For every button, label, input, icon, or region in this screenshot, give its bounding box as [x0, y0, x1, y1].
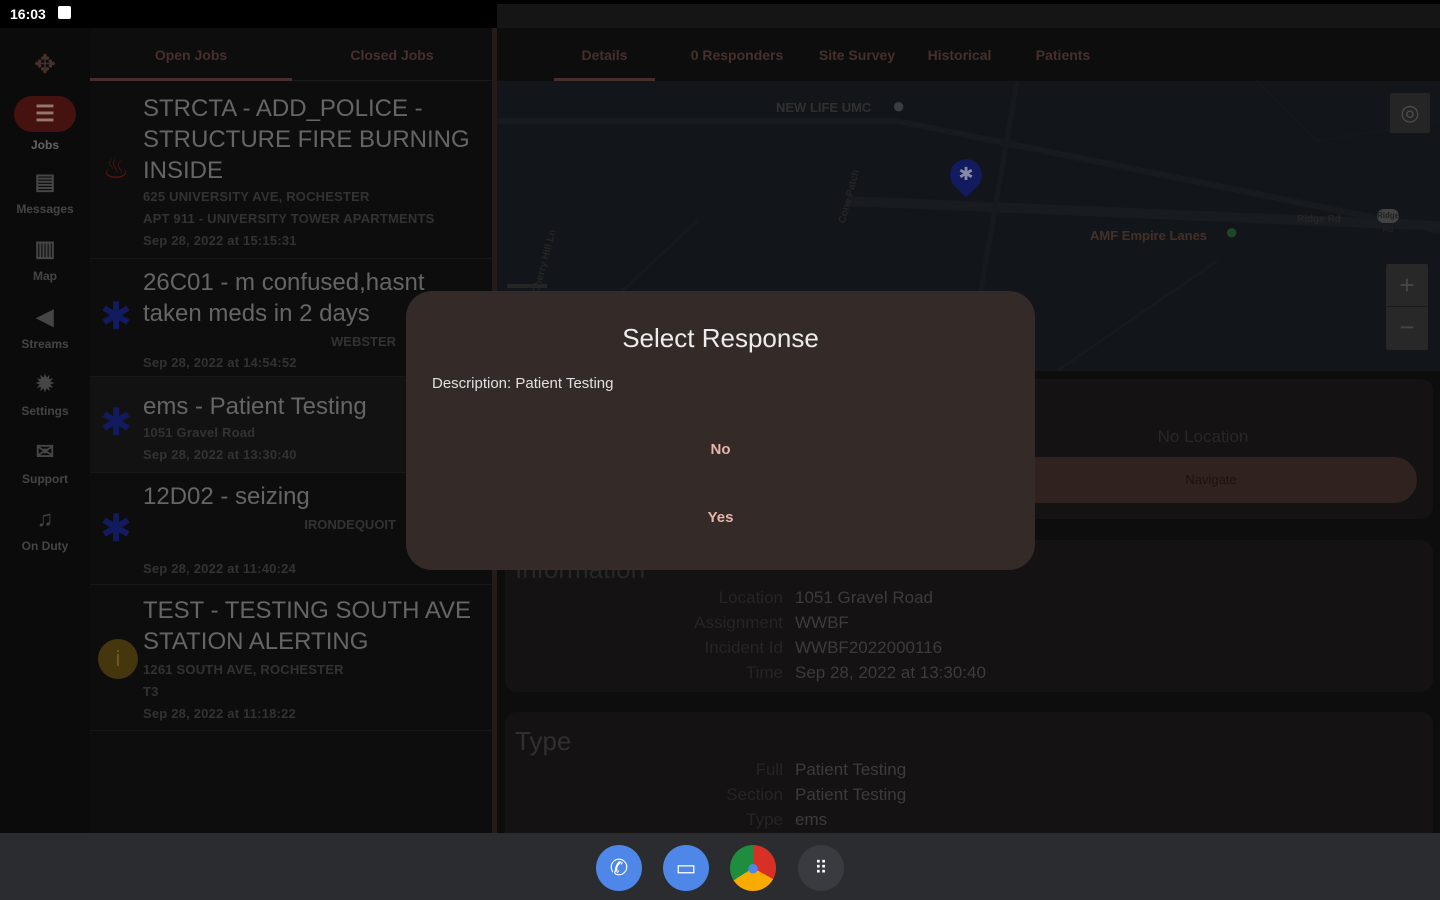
status-bar: 16:03 ⦿ ▼ ◢: [0, 0, 1440, 809]
dialog-title: Select Response: [622, 323, 819, 353]
messages-icon[interactable]: ▭: [663, 845, 709, 891]
phone-icon[interactable]: ✆: [596, 845, 642, 891]
chrome-icon[interactable]: ●: [730, 845, 776, 891]
select-response-dialog: Select Response Description: Patient Tes…: [406, 291, 1035, 570]
dialog-description: Description: Patient Testing: [432, 375, 614, 392]
notification-icon: [58, 6, 71, 19]
response-yes-button[interactable]: Yes: [406, 509, 1035, 526]
status-time: 16:03: [10, 6, 46, 22]
response-no-button[interactable]: No: [406, 441, 1035, 458]
app-drawer-icon[interactable]: ⠿: [798, 845, 844, 891]
app-dock: ✆ ▭ ● ⠿: [0, 833, 1440, 900]
